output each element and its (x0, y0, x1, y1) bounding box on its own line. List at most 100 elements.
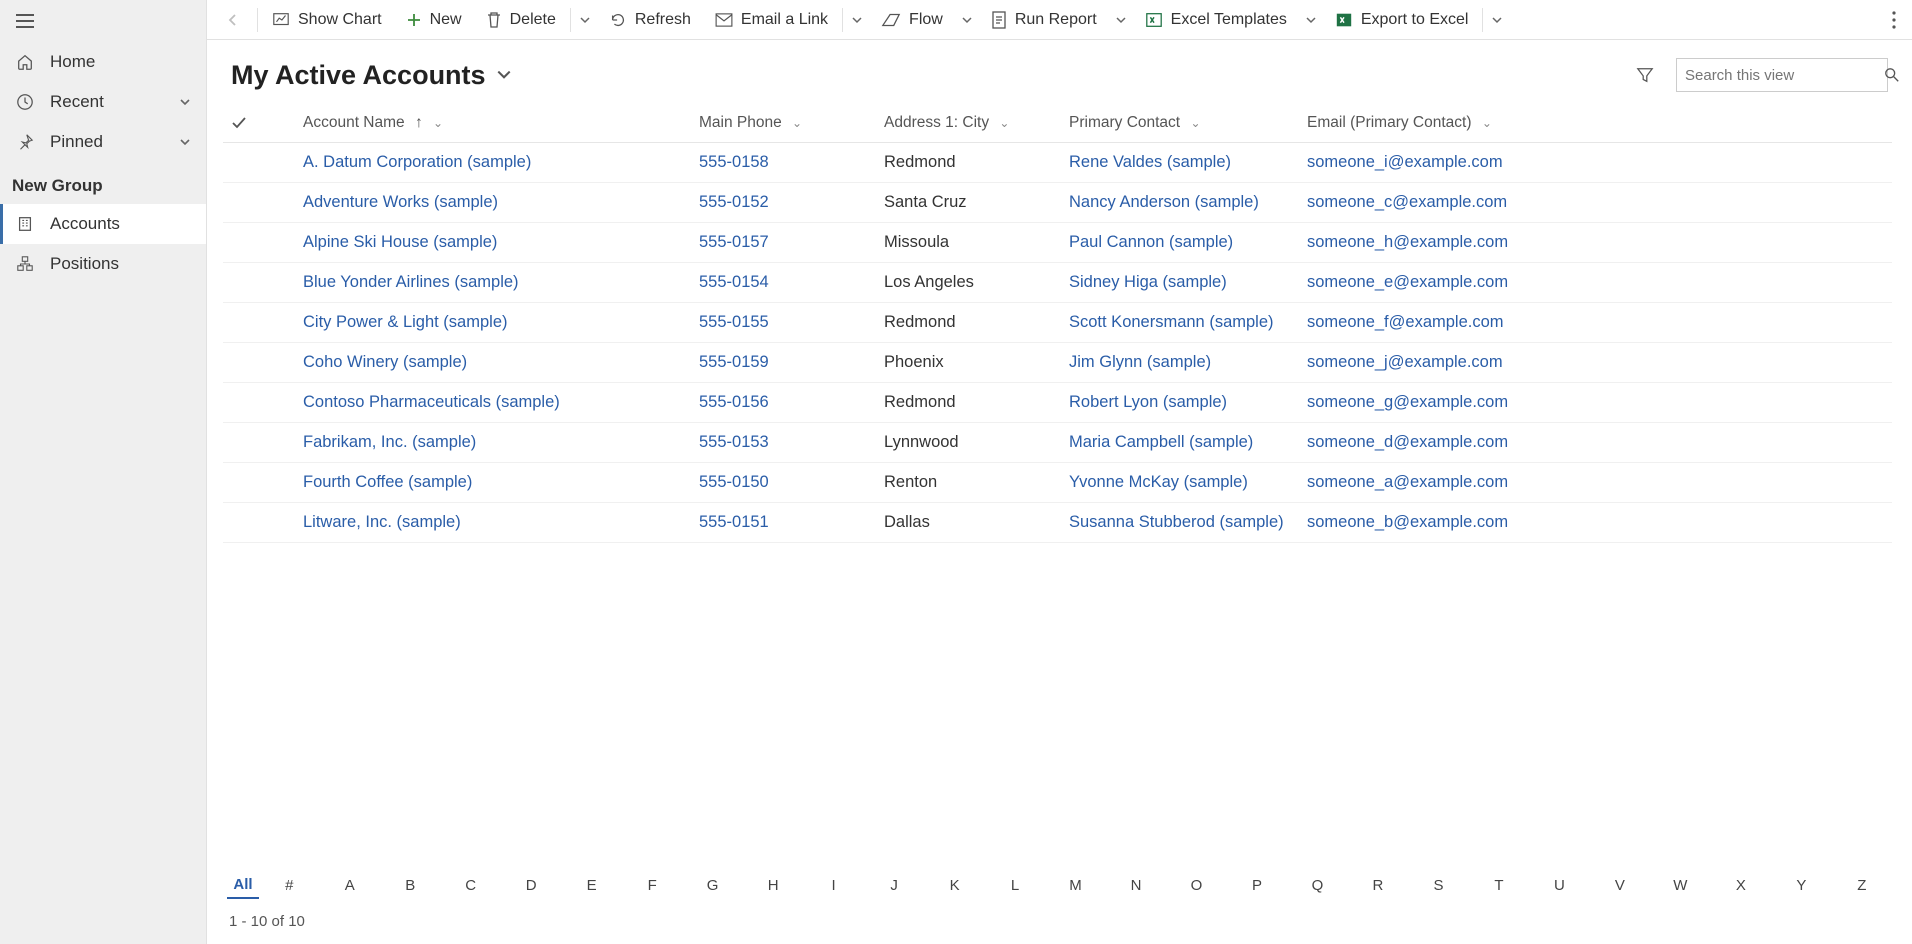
sidebar-item-positions[interactable]: Positions (0, 244, 206, 284)
alpha-letter[interactable]: D (501, 873, 561, 898)
email-link[interactable]: someone_c@example.com (1307, 193, 1507, 211)
back-button[interactable] (211, 0, 255, 40)
table-row[interactable]: City Power & Light (sample)555-0155Redmo… (223, 303, 1892, 343)
sidebar-item-accounts[interactable]: Accounts (0, 204, 206, 244)
flow-split-button[interactable] (955, 0, 979, 40)
view-selector[interactable]: My Active Accounts (231, 60, 512, 91)
email-link[interactable]: someone_j@example.com (1307, 353, 1503, 371)
email-link[interactable]: someone_f@example.com (1307, 313, 1504, 331)
column-header-city[interactable]: Address 1: City ⌄ (876, 104, 1061, 143)
account-name-link[interactable]: Coho Winery (sample) (303, 353, 467, 371)
contact-link[interactable]: Jim Glynn (sample) (1069, 353, 1211, 371)
phone-link[interactable]: 555-0156 (699, 393, 769, 411)
row-selector[interactable] (223, 343, 265, 383)
contact-link[interactable]: Rene Valdes (sample) (1069, 153, 1231, 171)
account-name-link[interactable]: Litware, Inc. (sample) (303, 513, 461, 531)
alpha-letter[interactable]: R (1348, 873, 1408, 898)
account-name-link[interactable]: City Power & Light (sample) (303, 313, 508, 331)
alpha-letter[interactable]: P (1227, 873, 1287, 898)
phone-link[interactable]: 555-0154 (699, 273, 769, 291)
table-row[interactable]: Fourth Coffee (sample)555-0150RentonYvon… (223, 463, 1892, 503)
excel-templates-button[interactable]: Excel Templates (1133, 0, 1299, 40)
email-link[interactable]: someone_i@example.com (1307, 153, 1503, 171)
phone-link[interactable]: 555-0157 (699, 233, 769, 251)
phone-link[interactable]: 555-0159 (699, 353, 769, 371)
column-header-primary-contact[interactable]: Primary Contact ⌄ (1061, 104, 1299, 143)
alpha-letter[interactable]: T (1469, 873, 1529, 898)
table-row[interactable]: Coho Winery (sample)555-0159PhoenixJim G… (223, 343, 1892, 383)
alpha-letter[interactable]: H (743, 873, 803, 898)
table-row[interactable]: A. Datum Corporation (sample)555-0158Red… (223, 143, 1892, 183)
phone-link[interactable]: 555-0150 (699, 473, 769, 491)
contact-link[interactable]: Scott Konersmann (sample) (1069, 313, 1274, 331)
row-selector[interactable] (223, 263, 265, 303)
table-row[interactable]: Fabrikam, Inc. (sample)555-0153LynnwoodM… (223, 423, 1892, 463)
alpha-letter[interactable]: E (561, 873, 621, 898)
contact-link[interactable]: Paul Cannon (sample) (1069, 233, 1233, 251)
refresh-button[interactable]: Refresh (597, 0, 703, 40)
alpha-letter[interactable]: V (1590, 873, 1650, 898)
sidebar-item-home[interactable]: Home (0, 42, 206, 82)
column-header-account-name[interactable]: Account Name ↑ ⌄ (295, 104, 691, 143)
contact-link[interactable]: Susanna Stubberod (sample) (1069, 513, 1284, 531)
row-selector[interactable] (223, 223, 265, 263)
alpha-letter[interactable]: S (1408, 873, 1468, 898)
email-link[interactable]: someone_e@example.com (1307, 273, 1508, 291)
alpha-letter[interactable]: # (259, 873, 319, 898)
phone-link[interactable]: 555-0152 (699, 193, 769, 211)
table-row[interactable]: Contoso Pharmaceuticals (sample) 555-0156… (223, 383, 1892, 423)
new-button[interactable]: New (394, 0, 474, 40)
alpha-letter[interactable]: G (682, 873, 742, 898)
search-input[interactable] (1685, 67, 1884, 84)
row-selector[interactable] (223, 143, 265, 183)
alpha-letter[interactable]: Q (1287, 873, 1347, 898)
contact-link[interactable]: Robert Lyon (sample) (1069, 393, 1227, 411)
email-link-button[interactable]: Email a Link (703, 0, 840, 40)
show-chart-button[interactable]: Show Chart (260, 0, 394, 40)
row-selector[interactable] (223, 423, 265, 463)
alpha-letter[interactable]: U (1529, 873, 1589, 898)
hamburger-button[interactable] (0, 0, 206, 42)
table-row[interactable]: Litware, Inc. (sample)555-0151DallasSusa… (223, 503, 1892, 543)
account-name-link[interactable]: Blue Yonder Airlines (sample) (303, 273, 519, 291)
alpha-letter[interactable]: All (227, 872, 259, 899)
account-name-link[interactable]: Fourth Coffee (sample) (303, 473, 472, 491)
column-header-main-phone[interactable]: Main Phone ⌄ (691, 104, 876, 143)
alpha-letter[interactable]: I (803, 873, 863, 898)
account-name-link[interactable]: Contoso Pharmaceuticals (sample) (303, 393, 560, 411)
contact-link[interactable]: Yvonne McKay (sample) (1069, 473, 1248, 491)
run-report-button[interactable]: Run Report (979, 0, 1109, 40)
more-commands-button[interactable] (1880, 11, 1908, 29)
alpha-letter[interactable]: K (924, 873, 984, 898)
flow-button[interactable]: Flow (869, 0, 955, 40)
table-row[interactable]: Alpine Ski House (sample)555-0157Missoul… (223, 223, 1892, 263)
alpha-letter[interactable]: C (440, 873, 500, 898)
alpha-letter[interactable]: F (622, 873, 682, 898)
phone-link[interactable]: 555-0153 (699, 433, 769, 451)
alpha-letter[interactable]: N (1106, 873, 1166, 898)
alpha-letter[interactable]: L (985, 873, 1045, 898)
phone-link[interactable]: 555-0155 (699, 313, 769, 331)
export-excel-button[interactable]: Export to Excel (1323, 0, 1481, 40)
alpha-letter[interactable]: B (380, 873, 440, 898)
email-link[interactable]: someone_g@example.com (1307, 393, 1508, 411)
contact-link[interactable]: Sidney Higa (sample) (1069, 273, 1227, 291)
alpha-letter[interactable]: M (1045, 873, 1105, 898)
row-selector[interactable] (223, 383, 265, 423)
email-link[interactable]: someone_d@example.com (1307, 433, 1508, 451)
delete-button[interactable]: Delete (474, 0, 568, 40)
row-selector[interactable] (223, 303, 265, 343)
export-excel-split-button[interactable] (1485, 0, 1509, 40)
sidebar-item-recent[interactable]: Recent (0, 82, 206, 122)
alpha-letter[interactable]: W (1650, 873, 1710, 898)
alpha-letter[interactable]: O (1166, 873, 1226, 898)
account-name-link[interactable]: Alpine Ski House (sample) (303, 233, 497, 251)
email-link[interactable]: someone_a@example.com (1307, 473, 1508, 491)
contact-link[interactable]: Nancy Anderson (sample) (1069, 193, 1259, 211)
excel-templates-split-button[interactable] (1299, 0, 1323, 40)
account-name-link[interactable]: Adventure Works (sample) (303, 193, 498, 211)
phone-link[interactable]: 555-0158 (699, 153, 769, 171)
table-row[interactable]: Adventure Works (sample)555-0152Santa Cr… (223, 183, 1892, 223)
alpha-letter[interactable]: J (864, 873, 924, 898)
email-link[interactable]: someone_h@example.com (1307, 233, 1508, 251)
